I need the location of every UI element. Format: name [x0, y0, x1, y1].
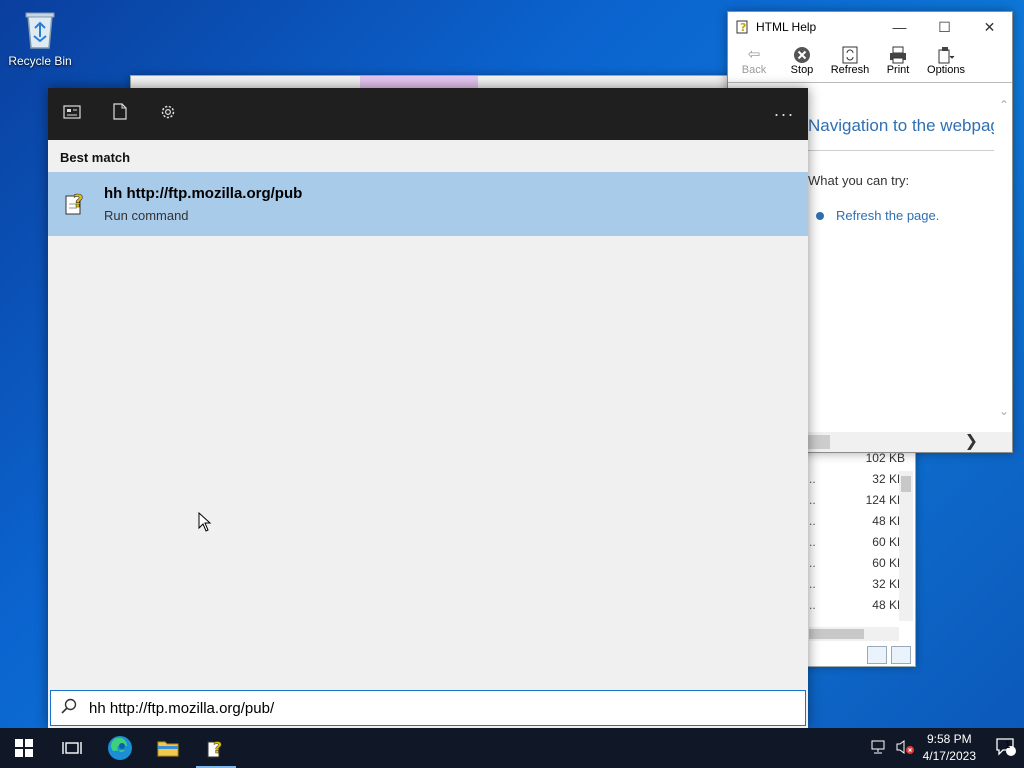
document-icon — [113, 103, 127, 120]
volume-muted-icon[interactable] — [895, 739, 915, 758]
navigation-canceled-heading: Navigation to the webpage was canceled — [808, 116, 994, 151]
minimize-button[interactable]: — — [877, 19, 922, 35]
help-window-title: HTML Help — [756, 20, 817, 34]
print-button[interactable]: Print — [874, 42, 922, 82]
taskbar: ? 9:58 PM 4/17/2023 1 — [0, 728, 1024, 768]
maximize-button[interactable]: ☐ — [922, 19, 967, 36]
scroll-right-icon[interactable]: ❯ — [965, 432, 978, 452]
edge-taskbar-button[interactable] — [96, 728, 144, 768]
task-view-icon — [62, 742, 82, 754]
search-input[interactable] — [87, 698, 771, 718]
help-title-bar[interactable]: ? HTML Help — ☐ ✕ — [728, 12, 1012, 42]
file-row[interactable]: .. 32 KB — [809, 577, 905, 598]
file-row[interactable]: .. 48 KB — [809, 598, 905, 619]
svg-text:?: ? — [213, 738, 222, 757]
options-button[interactable]: Options — [922, 42, 970, 82]
apps-icon — [63, 104, 81, 119]
notification-count: 1 — [1005, 739, 1011, 751]
best-match-heading: Best match — [60, 150, 131, 165]
recycle-bin-label: Recycle Bin — [8, 54, 72, 68]
help-vertical-scrollbar[interactable]: ⌃ ⌄ — [996, 96, 1012, 420]
printer-icon — [874, 46, 922, 64]
help-app-icon: ? — [736, 18, 750, 37]
file-size-column: 102 KB .. 32 KB .. 124 KB .. 48 KB .. 60 KB … — [809, 451, 905, 619]
scroll-down-icon[interactable]: ⌄ — [999, 404, 1009, 418]
result-title: hh http://ftp.mozilla.org/pub — [104, 185, 303, 202]
refresh-page-link[interactable]: Refresh the page. — [808, 208, 994, 223]
network-icon[interactable] — [869, 740, 887, 757]
taskbar-clock[interactable]: 9:58 PM 4/17/2023 — [923, 731, 976, 765]
search-box[interactable] — [50, 690, 806, 726]
help-toolbar: ⇦ Back Stop Refresh Print Options — [728, 42, 1012, 83]
options-icon — [922, 46, 970, 64]
action-center-button[interactable]: 1 — [988, 737, 1024, 760]
what-you-can-try-label: What you can try: — [808, 173, 910, 188]
best-match-result[interactable]: ? hh http://ftp.mozilla.org/pub Run comm… — [48, 172, 808, 236]
file-row[interactable]: .. 60 KB — [809, 556, 905, 577]
bullet-icon — [816, 211, 824, 220]
help-hscroll-thumb[interactable] — [808, 435, 830, 449]
file-row[interactable]: .. 32 KB — [809, 472, 905, 493]
stop-icon — [778, 46, 826, 64]
details-view-button[interactable] — [867, 646, 887, 664]
refresh-button[interactable]: Refresh — [826, 42, 874, 82]
svg-text:?: ? — [740, 21, 746, 34]
task-view-button[interactable] — [48, 728, 96, 768]
file-row[interactable]: .. 60 KB — [809, 535, 905, 556]
mouse-cursor-icon — [198, 511, 212, 537]
file-explorer-taskbar-button[interactable] — [144, 728, 192, 768]
large-icons-view-button[interactable] — [891, 646, 911, 664]
search-filter-bar: ··· — [48, 88, 808, 140]
refresh-icon — [826, 46, 874, 64]
help-content-pane: Navigation to the webpage was canceled W… — [808, 96, 994, 420]
start-button[interactable] — [0, 728, 48, 768]
stop-button[interactable]: Stop — [778, 42, 826, 82]
search-icon — [51, 697, 87, 720]
clock-date: 4/17/2023 — [922, 749, 976, 763]
result-subtitle: Run command — [104, 208, 189, 223]
apps-filter-button[interactable] — [48, 104, 96, 124]
windows-logo-icon — [15, 739, 33, 757]
scroll-up-icon[interactable]: ⌃ — [999, 98, 1009, 112]
clock-time: 9:58 PM — [926, 732, 972, 746]
file-row[interactable]: .. 124 KB — [809, 493, 905, 514]
edge-icon — [108, 736, 132, 760]
gear-icon — [161, 105, 175, 118]
help-icon: ? — [207, 738, 223, 758]
back-button[interactable]: ⇦ Back — [730, 42, 778, 82]
close-button[interactable]: ✕ — [967, 19, 1012, 36]
start-search-panel: ··· Best match ? hh http://ftp.mozilla.o… — [48, 88, 808, 728]
settings-filter-button[interactable] — [144, 103, 192, 126]
svg-text:?: ? — [73, 191, 83, 212]
file-row[interactable]: 102 KB — [809, 451, 905, 472]
back-arrow-icon: ⇦ — [747, 46, 761, 63]
file-row[interactable]: .. 48 KB — [809, 514, 905, 535]
run-command-icon: ? — [48, 190, 104, 218]
explorer-vertical-scrollbar[interactable] — [899, 471, 913, 621]
recycle-bin-icon — [20, 8, 60, 50]
help-horizontal-scrollbar[interactable]: ❯ — [808, 432, 1012, 452]
recycle-bin-desktop-icon[interactable]: Recycle Bin — [6, 8, 74, 68]
html-help-taskbar-button[interactable]: ? — [192, 728, 240, 768]
folder-icon — [157, 741, 179, 757]
more-options-button[interactable]: ··· — [760, 104, 808, 125]
documents-filter-button[interactable] — [96, 103, 144, 125]
explorer-horizontal-scrollbar[interactable] — [809, 627, 899, 641]
